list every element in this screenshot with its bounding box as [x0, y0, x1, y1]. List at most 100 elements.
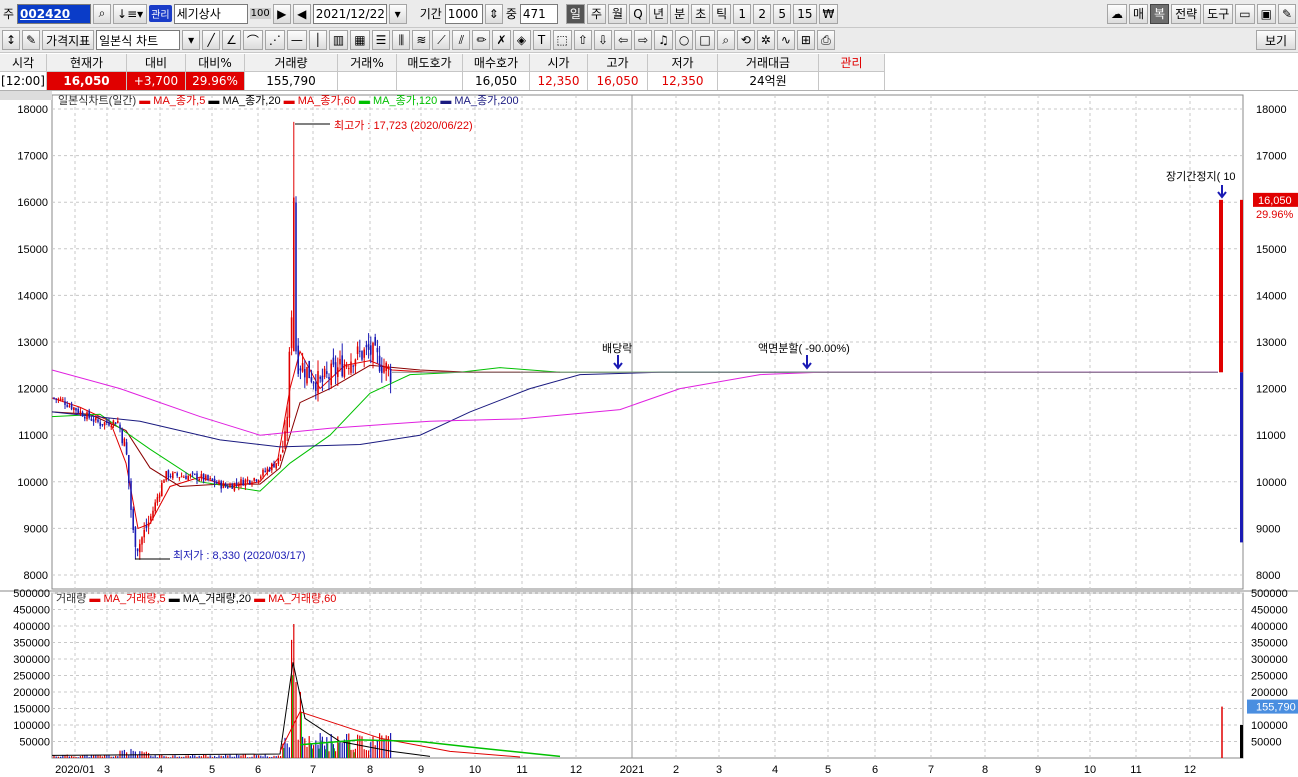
rect-tool-icon[interactable]: □: [695, 30, 715, 50]
x-tick: 2: [673, 764, 679, 776]
candle-body: [53, 397, 55, 399]
stock-code-input[interactable]: 002420: [17, 3, 92, 24]
quote-time: [12:00]: [0, 72, 47, 90]
calendar-dropdown-icon[interactable]: ▾: [388, 3, 407, 24]
candle-body: [341, 355, 343, 377]
chart-type-select[interactable]: 일본식 차트: [96, 30, 181, 50]
zoom-input[interactable]: 471: [519, 3, 558, 24]
candle-body: [90, 418, 93, 421]
currency-button[interactable]: ₩: [818, 3, 839, 24]
wrench-icon[interactable]: ✎: [1277, 3, 1296, 24]
search-icon[interactable]: ⌕: [93, 3, 112, 24]
list-tool-icon[interactable]: ☰: [371, 30, 391, 50]
line-tool-icon[interactable]: ╱: [202, 30, 221, 50]
print-icon[interactable]: ⎙: [816, 30, 835, 50]
view-button[interactable]: 보기: [1256, 30, 1296, 50]
hline-tool-icon[interactable]: —: [286, 30, 307, 50]
candle-body: [352, 365, 354, 367]
candle-body: [81, 412, 84, 417]
fan-tool-icon[interactable]: ⋰: [264, 30, 285, 50]
spin-icon[interactable]: ⇕: [484, 3, 503, 24]
zoom-icon[interactable]: ⌕: [716, 30, 735, 50]
x-tick: 8: [367, 764, 373, 776]
candle-body: [297, 345, 299, 374]
candle-body: [183, 476, 185, 478]
arc-tool-icon[interactable]: ⌒: [242, 30, 263, 50]
x-tick: 7: [928, 764, 934, 776]
y-tick-right: 13000: [1256, 337, 1287, 349]
period-input[interactable]: 1000: [444, 3, 483, 24]
layout-icon[interactable]: ⊞: [796, 30, 815, 50]
vol-tick-left: 400000: [13, 621, 50, 633]
candle-body: [306, 367, 308, 384]
period-tick[interactable]: 틱: [712, 3, 732, 24]
period-5[interactable]: 5: [773, 3, 792, 24]
right-arrow-icon[interactable]: ⇨: [634, 30, 653, 50]
strategy-button[interactable]: 전략: [1171, 3, 1202, 24]
period-week[interactable]: 주: [586, 3, 606, 24]
multi-button[interactable]: 복: [1150, 3, 1170, 24]
grid2-tool-icon[interactable]: ▦: [350, 30, 370, 50]
candle-body: [161, 482, 163, 496]
chart-type-dropdown-icon[interactable]: ▾: [182, 30, 201, 50]
x-tick: 12: [570, 764, 582, 776]
pencil-tool-icon[interactable]: ✏: [472, 30, 491, 50]
tools-button[interactable]: 도구: [1203, 3, 1234, 24]
down-arrow-icon[interactable]: ⇩: [593, 30, 613, 50]
circle-tool-icon[interactable]: ○: [674, 30, 694, 50]
period-2[interactable]: 2: [753, 3, 772, 24]
period-minute[interactable]: 분: [670, 3, 690, 24]
cloud-icon[interactable]: ☁: [1106, 3, 1127, 24]
back-icon[interactable]: ◀: [292, 3, 311, 24]
y-tick-left: 13000: [17, 337, 48, 349]
updown-icon[interactable]: ↕: [2, 30, 21, 50]
vline-tool-icon[interactable]: │: [308, 30, 327, 50]
candle-body: [367, 344, 370, 350]
play-icon[interactable]: ▶: [272, 3, 291, 24]
wave-icon[interactable]: ∿: [776, 30, 795, 50]
grid-tool-icon[interactable]: ▥: [328, 30, 349, 50]
stock-name-field[interactable]: 세기상사: [173, 3, 248, 24]
edit-icon[interactable]: ✎: [22, 30, 41, 50]
candle-body: [106, 420, 108, 424]
candle-body: [266, 468, 269, 472]
date-input[interactable]: 2021/12/22: [312, 3, 387, 24]
candle-body: [350, 361, 352, 373]
price-index-button[interactable]: 가격지표: [42, 30, 95, 50]
candle-body: [383, 366, 385, 373]
period-15[interactable]: 15: [793, 3, 817, 24]
fib-tool-icon[interactable]: ≋: [412, 30, 431, 50]
delete-tool-icon[interactable]: ✗: [492, 30, 511, 50]
bars-tool-icon[interactable]: ⫼: [392, 30, 411, 50]
candle-body: [187, 476, 189, 481]
candle-body: [207, 475, 209, 480]
dividend-label: 배당락: [602, 342, 632, 355]
up-arrow-icon[interactable]: ⇧: [573, 30, 592, 50]
angle-tool-icon[interactable]: ∠: [222, 30, 241, 50]
buy-button[interactable]: 매: [1128, 3, 1149, 24]
chart-area[interactable]: 8000 8000 9000 9000 10000 10000 11000 11000 1200…: [0, 91, 1298, 777]
reset-icon[interactable]: ⟲: [736, 30, 755, 50]
text-tool-icon[interactable]: T: [532, 30, 551, 50]
period-day[interactable]: 일: [565, 3, 585, 24]
sort-icon[interactable]: ↓≡▾: [113, 3, 148, 24]
x-tick: 5: [209, 764, 215, 776]
candle-body: [231, 484, 233, 489]
left-arrow-icon[interactable]: ⇦: [614, 30, 633, 50]
right-bar-down: [1240, 372, 1243, 543]
period-year[interactable]: 년: [649, 3, 669, 24]
note-icon[interactable]: ♫: [654, 30, 673, 50]
folder-icon[interactable]: ▭: [1235, 3, 1255, 24]
x-tick: 4: [772, 764, 778, 776]
candle-body: [130, 481, 132, 510]
color-tool-icon[interactable]: ◈: [512, 30, 531, 50]
settings-icon[interactable]: ✲: [756, 30, 775, 50]
period-quarter[interactable]: Q: [629, 3, 648, 24]
save-icon[interactable]: ▣: [1256, 3, 1276, 24]
channel-tool-icon[interactable]: ⫽: [452, 30, 471, 50]
select-tool-icon[interactable]: ⬚: [552, 30, 572, 50]
period-1[interactable]: 1: [733, 3, 752, 24]
period-second[interactable]: 초: [691, 3, 711, 24]
period-month[interactable]: 월: [607, 3, 628, 24]
trend-tool-icon[interactable]: ⟋: [432, 30, 451, 50]
